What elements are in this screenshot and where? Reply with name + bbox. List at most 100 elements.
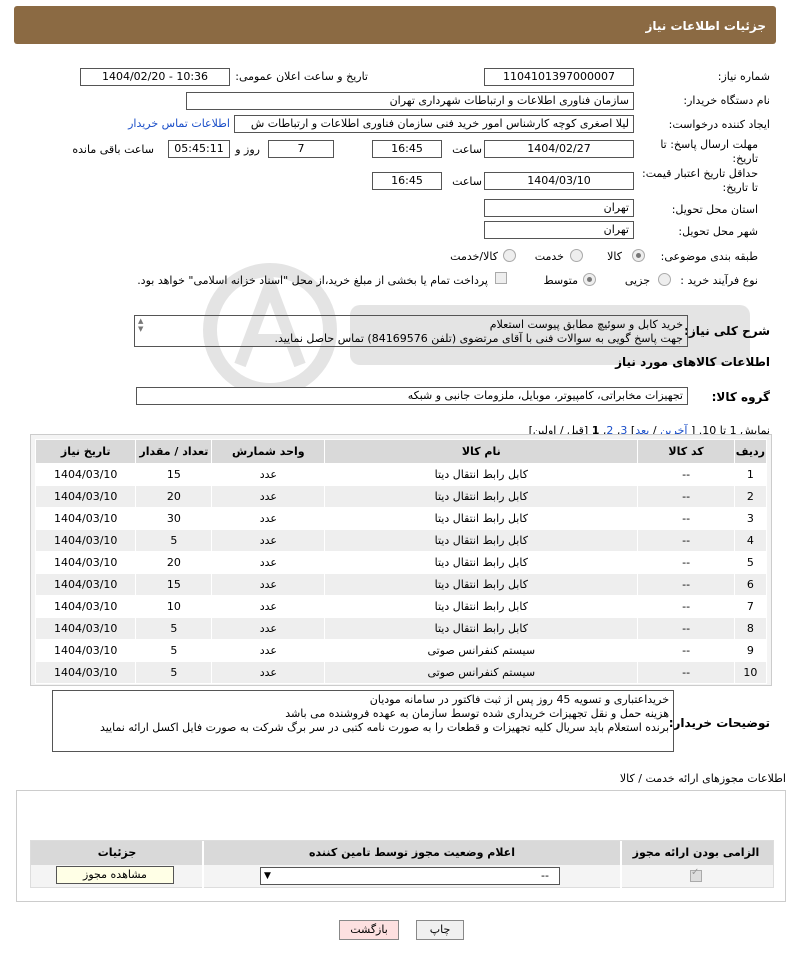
category-label: طبقه بندی موضوعی: xyxy=(660,250,758,263)
cell-item-name: کابل رابط انتقال دیتا xyxy=(324,485,639,508)
cell-quantity: 10 xyxy=(135,595,213,618)
cell-unit: عدد xyxy=(211,551,326,574)
print-button[interactable]: چاپ xyxy=(416,920,464,940)
col-header-unit: واحد شمارش xyxy=(211,439,326,464)
category-service-radio[interactable] xyxy=(570,249,583,262)
table-row: 10 -- سیستم کنفرانس صوتی عدد 5 1404/03/10 xyxy=(34,661,768,684)
cell-unit: عدد xyxy=(211,529,326,552)
cell-item-code: -- xyxy=(637,595,735,618)
cell-unit: عدد xyxy=(211,661,326,684)
category-service-label: خدمت xyxy=(534,250,564,263)
category-goods-service-radio[interactable] xyxy=(503,249,516,262)
purchase-type-label: نوع فرآیند خرید : xyxy=(680,274,758,287)
cell-unit: عدد xyxy=(211,573,326,596)
purchase-minor-radio[interactable] xyxy=(658,273,671,286)
cell-item-name: کابل رابط انتقال دیتا xyxy=(324,595,639,618)
cell-need-date: 1404/03/10 xyxy=(34,661,137,684)
cell-row-number: 4 xyxy=(733,529,768,552)
table-row: 4 -- کابل رابط انتقال دیتا عدد 5 1404/03/10 xyxy=(34,529,768,552)
goods-group-label: گروه کالا: xyxy=(711,390,770,404)
cell-need-date: 1404/03/10 xyxy=(34,551,137,574)
table-row: 6 -- کابل رابط انتقال دیتا عدد 15 1404/03/10 xyxy=(34,573,768,596)
col-header-item-name: نام کالا xyxy=(324,439,639,464)
days-field: 7 xyxy=(268,140,334,158)
textarea-scroll-icon[interactable]: ▲ ▼ xyxy=(138,317,147,333)
cell-quantity: 5 xyxy=(135,617,213,640)
reply-deadline-label: مهلت ارسال پاسخ: تا xyxy=(660,138,758,151)
payment-note: پرداخت تمام یا بخشی از مبلغ خرید،از محل … xyxy=(137,274,488,287)
category-goods-radio[interactable] xyxy=(632,249,645,262)
cell-unit: عدد xyxy=(211,463,326,486)
cell-item-code: -- xyxy=(637,529,735,552)
remaining-label: ساعت باقی مانده xyxy=(72,143,154,156)
permits-title: اطلاعات مجوزهای ارائه خدمت / کالا xyxy=(619,772,786,785)
col-header-quantity: تعداد / مقدار xyxy=(135,439,213,464)
price-deadline-label: حداقل تاریخ اعتبار قیمت: xyxy=(642,167,758,180)
cell-row-number: 3 xyxy=(733,507,768,530)
description-textarea[interactable]: خرید کابل و سوئیچ مطابق پیوست استعلام جه… xyxy=(134,315,688,347)
cell-row-number: 8 xyxy=(733,617,768,640)
cell-row-number: 10 xyxy=(733,661,768,684)
buyer-contact-link[interactable]: اطلاعات تماس خریدار xyxy=(128,117,230,130)
cell-row-number: 9 xyxy=(733,639,768,662)
cell-need-date: 1404/03/10 xyxy=(34,529,137,552)
goods-group-field: تجهیزات مخابراتی، کامپیوتر، موبایل، ملزو… xyxy=(136,387,688,405)
cell-quantity: 5 xyxy=(135,529,213,552)
cell-quantity: 20 xyxy=(135,551,213,574)
buyer-org-label: نام دستگاه خریدار: xyxy=(683,94,770,107)
city-label: شهر محل تحویل: xyxy=(678,225,758,238)
cell-item-code: -- xyxy=(637,661,735,684)
page-header: جزئیات اطلاعات نیاز xyxy=(14,6,776,44)
cell-row-number: 7 xyxy=(733,595,768,618)
cell-item-code: -- xyxy=(637,485,735,508)
cell-item-code: -- xyxy=(637,507,735,530)
permit-status-value: -- xyxy=(541,869,549,882)
purchase-medium-radio[interactable] xyxy=(583,273,596,286)
col-header-row-number: ردیف xyxy=(733,439,768,464)
description-line-2: جهت پاسخ گویی به سوالات فنی با آقای مرتض… xyxy=(274,332,683,345)
cell-item-name: سیستم کنفرانس صوتی xyxy=(324,639,639,662)
city-field: تهران xyxy=(484,221,634,239)
table-header-row: ردیف کد کالا نام کالا واحد شمارش تعداد /… xyxy=(34,439,768,464)
view-permit-button[interactable]: مشاهده مجوز xyxy=(56,866,174,884)
permit-status-select[interactable]: ▼ -- xyxy=(260,867,560,885)
need-number-label: شماره نیاز: xyxy=(717,70,770,83)
cell-row-number: 1 xyxy=(733,463,768,486)
creator-field: لیلا اصغری کوچه کارشناس امور خرید فنی سا… xyxy=(234,115,634,133)
table-row: 1 -- کابل رابط انتقال دیتا عدد 15 1404/03/10 xyxy=(34,463,768,486)
cell-row-number: 2 xyxy=(733,485,768,508)
buyer-notes-line-2: هزینه حمل و نقل تجهیزات خریداری شده توسط… xyxy=(285,707,669,720)
purchase-minor-label: جزیی xyxy=(624,274,650,287)
cell-need-date: 1404/03/10 xyxy=(34,595,137,618)
cell-item-name: کابل رابط انتقال دیتا xyxy=(324,507,639,530)
buyer-notes-box: خریداعتباری و تسویه 45 روز پس از ثبت فاک… xyxy=(52,690,674,752)
cell-item-code: -- xyxy=(637,617,735,640)
permits-divider xyxy=(202,841,204,889)
cell-quantity: 15 xyxy=(135,463,213,486)
back-button[interactable]: بازگشت xyxy=(339,920,399,940)
permits-col-required: الزامی بودن ارائه مجوز xyxy=(632,846,760,859)
reply-deadline-label-2: تاریخ: xyxy=(732,152,758,165)
cell-quantity: 30 xyxy=(135,507,213,530)
cell-quantity: 5 xyxy=(135,661,213,684)
cell-need-date: 1404/03/10 xyxy=(34,463,137,486)
cell-item-name: کابل رابط انتقال دیتا xyxy=(324,573,639,596)
price-date-field: 1404/03/10 xyxy=(484,172,634,190)
cell-item-name: کابل رابط انتقال دیتا xyxy=(324,529,639,552)
cell-item-name: کابل رابط انتقال دیتا xyxy=(324,617,639,640)
cell-need-date: 1404/03/10 xyxy=(34,573,137,596)
chevron-down-icon: ▼ xyxy=(264,871,271,881)
permits-divider xyxy=(620,841,622,889)
buyer-notes-line-3: برنده استعلام باید سریال کلیه تجهیزات و … xyxy=(99,721,669,734)
cell-quantity: 15 xyxy=(135,573,213,596)
treasury-checkbox[interactable] xyxy=(495,272,507,284)
days-label: روز و xyxy=(235,143,260,156)
cell-need-date: 1404/03/10 xyxy=(34,507,137,530)
cell-item-name: کابل رابط انتقال دیتا xyxy=(324,463,639,486)
cell-need-date: 1404/03/10 xyxy=(34,485,137,508)
description-line-1: خرید کابل و سوئیچ مطابق پیوست استعلام xyxy=(489,318,683,331)
remaining-time-field: 05:45:11 xyxy=(168,140,230,158)
purchase-medium-label: متوسط xyxy=(543,274,578,287)
permits-col-status: اعلام وضعیت مجوز توسط تامین کننده xyxy=(309,846,515,859)
cell-item-code: -- xyxy=(637,573,735,596)
